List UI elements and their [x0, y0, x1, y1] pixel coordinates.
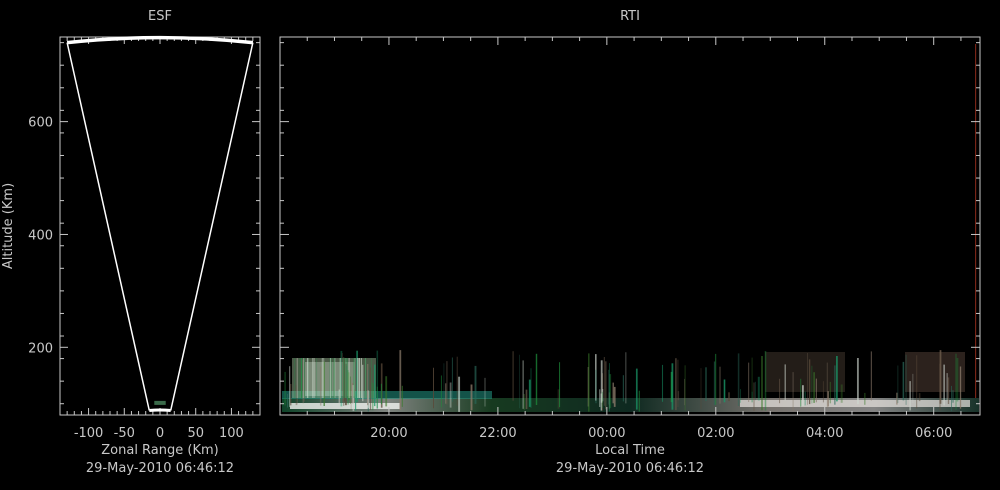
wedge-right-edge: [169, 42, 254, 411]
rti-plot-frame: [279, 36, 981, 416]
rti-heatmap: [282, 44, 979, 412]
rti-xlabel: Local Time: [595, 443, 665, 458]
esf-panel: ESF -100 -50 0 50 100 200 400 600 Altitude (Km)…: [1, 9, 261, 476]
esf-wedge: [66, 35, 254, 412]
wedge-left-edge: [66, 42, 151, 411]
esf-title: ESF: [148, 9, 172, 24]
rti-xtick-label: 22:00: [479, 426, 516, 441]
esf-ytick-label: 400: [28, 228, 53, 243]
wedge-echo: [154, 400, 166, 405]
esf-ytick-label: 600: [28, 116, 53, 131]
rti-timestamp: 29-May-2010 06:46:12: [556, 461, 704, 476]
rti-xtick-label: 20:00: [370, 426, 407, 441]
esf-ylabel: Altitude (Km): [1, 183, 16, 269]
rti-panel: RTI 20:00 22:00 00:00 02:00 04:00 06:00 Local…: [279, 9, 981, 476]
wedge-bottom-arc: [149, 408, 171, 412]
rti-xtick-label: 04:00: [806, 426, 843, 441]
esf-ytick-label: 200: [28, 341, 53, 356]
esf-xtick-label: -50: [114, 426, 135, 441]
echo-band-bright-2: [740, 400, 970, 407]
echo-patch-late: [765, 352, 845, 392]
esf-plot-frame: [59, 36, 261, 416]
esf-timestamp: 29-May-2010 06:46:12: [86, 461, 234, 476]
rti-xtick-label: 06:00: [915, 426, 952, 441]
rti-xtick-label: 02:00: [697, 426, 734, 441]
esf-ticks: -100 -50 0 50 100 200 400 600: [28, 37, 260, 441]
rti-title: RTI: [620, 9, 640, 24]
rti-xtick-label: 00:00: [588, 426, 625, 441]
esf-xtick-label: 0: [156, 426, 164, 441]
esf-xtick-label: 50: [187, 426, 204, 441]
esf-xtick-label: -100: [74, 426, 104, 441]
rti-ticks: 20:00 22:00 00:00 02:00 04:00 06:00: [280, 37, 980, 441]
esf-xtick-label: 100: [219, 426, 244, 441]
figure: ESF -100 -50 0 50 100 200 400 600 Altitude (Km)…: [1, 9, 981, 476]
esf-xlabel: Zonal Range (Km): [101, 443, 218, 458]
